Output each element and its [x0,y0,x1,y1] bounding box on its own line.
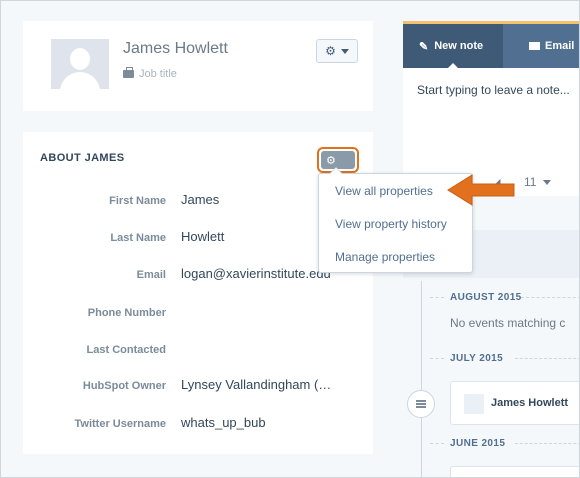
event-contact-name[interactable]: James Howlett [491,397,568,409]
tab-email-label: Email [545,40,575,52]
chevron-down-icon [543,179,552,185]
activity-tabs: ✎ New note Email [403,24,579,69]
tab-email[interactable]: Email [529,24,574,68]
property-value[interactable]: Howlett [181,229,224,244]
property-label: Last Name [110,232,166,244]
timeline-divider [515,443,579,444]
menu-item-view-property-history[interactable]: View property history [335,217,447,231]
font-size-select[interactable]: 11 [524,175,552,189]
app-frame: James Howlett Job title ⚙ ABOUT JAMES ⚙ … [0,0,580,478]
property-label: Twitter Username [74,418,167,430]
envelope-icon [529,42,540,50]
timeline-divider [515,358,579,359]
tab-new-note-label: New note [434,40,484,52]
gear-icon: ⚙ [326,154,336,167]
timeline-event-card[interactable]: James Howlett [450,381,579,425]
property-value[interactable]: James [181,192,219,207]
property-row: Twitter Username whats_up_bub [23,415,373,435]
menu-item-view-all-properties[interactable]: View all properties [335,184,433,198]
profile-settings-button[interactable]: ⚙ [316,39,358,63]
timeline-month-header: AUGUST 2015 [450,292,522,303]
note-input[interactable]: Start typing to leave a note... [417,83,570,97]
pencil-square-icon: ✎ [419,40,429,53]
timeline-note-marker [407,390,435,418]
contact-name: James Howlett [123,40,228,57]
gear-icon: ⚙ [325,44,336,58]
property-label: Phone Number [87,307,166,319]
timeline-event-card[interactable] [450,466,579,477]
chevron-down-icon [340,48,349,54]
list-icon [416,400,426,408]
annotation-arrow-icon [447,174,515,206]
timeline-line [421,281,422,477]
timeline-divider [430,443,444,444]
property-row: Last Contacted [23,341,373,361]
about-title: ABOUT JAMES [40,152,125,164]
briefcase-icon [123,67,134,78]
job-title[interactable]: Job title [123,67,177,80]
timeline-divider [430,297,444,298]
font-size-value: 11 [524,175,537,189]
menu-item-manage-properties[interactable]: Manage properties [335,250,435,264]
timeline-divider [430,358,444,359]
timeline-month-header: JULY 2015 [450,353,504,364]
property-label: Email [136,269,166,281]
property-label: HubSpot Owner [82,380,166,392]
property-value[interactable]: logan@xavierinstitute.edu [181,266,331,281]
job-title-text: Job title [139,68,177,80]
property-label: First Name [109,195,166,207]
timeline-month-header: JUNE 2015 [450,438,506,449]
property-value[interactable]: Lynsey Vallandingham (… [181,377,331,392]
notes-panel: ✎ New note Email Start typing to leave a… [403,21,579,196]
avatar [51,39,109,89]
property-label: Last Contacted [86,344,166,356]
property-row: HubSpot Owner Lynsey Vallandingham (… [23,377,373,397]
avatar [464,394,484,414]
tab-new-note[interactable]: ✎ New note [403,24,503,69]
timeline-divider [521,297,579,298]
property-value[interactable]: whats_up_bub [181,415,266,430]
timeline-empty-text: No events matching c [450,316,566,330]
property-row: Phone Number [23,304,373,324]
profile-card: James Howlett Job title ⚙ [23,21,373,111]
